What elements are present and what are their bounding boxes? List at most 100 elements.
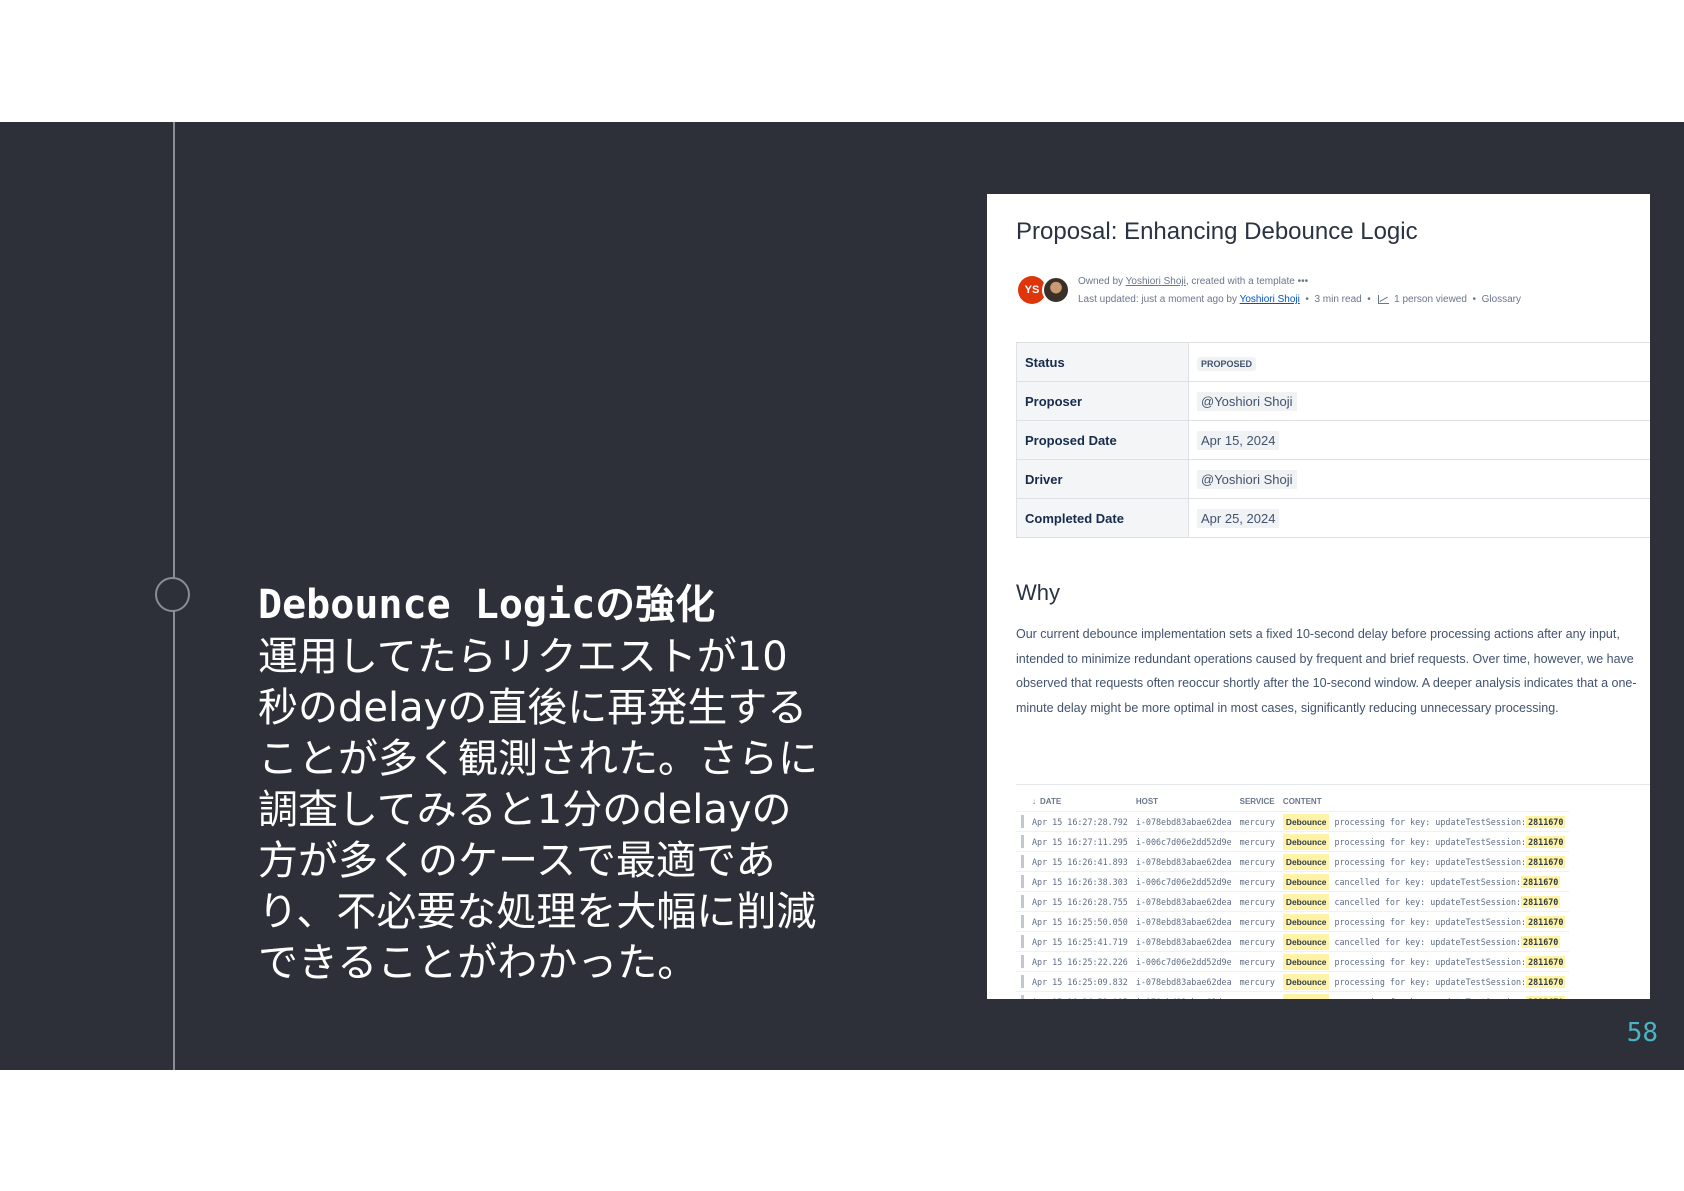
log-key: 2811670 [1521,875,1561,888]
log-level-bar [1016,931,1028,952]
log-service: mercury [1235,891,1279,912]
more-actions-icon[interactable]: ••• [1298,276,1309,287]
property-key: Completed Date [1016,498,1189,538]
table-row: Driver @Yoshiori Shoji [1016,459,1650,499]
log-tag: Debounce [1282,873,1330,890]
property-key: Proposed Date [1016,420,1189,460]
log-content: Debounce processing for key: updateTestS… [1278,971,1570,992]
log-level-bar [1016,991,1028,999]
log-level-bar [1016,851,1028,872]
log-service: mercury [1235,831,1279,852]
log-message: processing for key: updateTestSession: [1334,956,1527,967]
log-row[interactable]: Apr 15 16:26:28.755 i-078ebd83abae62dea me… [1016,891,1570,912]
slide-title: Debounce Logicの強化 [258,582,716,628]
log-key: 2811670 [1526,955,1566,968]
log-key: 2811670 [1526,835,1566,848]
log-content: Debounce cancelled for key: updateTestSe… [1278,871,1570,892]
log-message: cancelled for key: updateTestSession: [1334,876,1522,887]
date-lozenge[interactable]: Apr 15, 2024 [1197,430,1280,450]
log-tag: Debounce [1282,933,1330,950]
log-host: i-078ebd83abae62dea [1131,971,1236,992]
log-viewer: ↓ DATE HOST SERVICE CONTENT Apr 15 16:27:… [1016,784,1650,999]
page-number: 58 [1626,1018,1658,1048]
log-row[interactable]: Apr 15 16:25:41.719 i-078ebd83abae62dea me… [1016,931,1570,952]
updated-by-link[interactable]: Yoshiori Shoji [1240,294,1300,305]
log-host: i-078ebd83abae62dea [1131,891,1236,912]
log-service: mercury [1235,911,1279,932]
property-key: Status [1016,342,1189,382]
log-tag: Debounce [1282,853,1330,870]
owner-link[interactable]: Yoshiori Shoji [1126,276,1186,287]
column-header-content[interactable]: CONTENT [1279,791,1569,812]
log-level-bar [1016,811,1028,832]
log-content: Debounce cancelled for key: updateTestSe… [1278,931,1570,952]
column-header-service[interactable]: SERVICE [1236,791,1279,812]
log-date: Apr 15 16:24:52.015 [1028,991,1132,999]
log-row[interactable]: Apr 15 16:25:22.226 i-006c7d06e2dd52d9e me… [1016,951,1570,972]
log-content: Debounce processing for key: updateTestS… [1278,811,1570,832]
views-count[interactable]: 1 person viewed [1394,294,1467,305]
divider [1016,784,1650,785]
log-content: Debounce processing for key: updateTestS… [1278,951,1570,972]
log-row[interactable]: Apr 15 16:27:28.792 i-078ebd83abae62dea me… [1016,811,1570,832]
log-content: Debounce processing for key: updateTestS… [1278,851,1570,872]
read-time: 3 min read [1314,294,1362,305]
log-date: Apr 15 16:26:38.303 [1028,871,1132,892]
log-message: processing for key: updateTestSession: [1334,976,1527,987]
log-row[interactable]: Apr 15 16:25:09.832 i-078ebd83abae62dea me… [1016,971,1570,992]
column-header-date[interactable]: ↓ DATE [1028,791,1132,812]
log-tag: Debounce [1282,893,1330,910]
log-level-bar [1016,951,1028,972]
log-row[interactable]: Apr 15 16:25:50.050 i-078ebd83abae62dea me… [1016,911,1570,932]
user-mention[interactable]: @Yoshiori Shoji [1197,469,1297,489]
property-key: Proposer [1016,381,1189,421]
property-value: PROPOSED [1188,342,1650,382]
log-service: mercury [1235,991,1279,999]
log-host: i-078ebd83abae62dea [1131,911,1236,932]
log-date: Apr 15 16:25:41.719 [1028,931,1132,952]
log-host: i-006c7d06e2dd52d9e [1131,871,1236,892]
log-tag: Debounce [1282,833,1330,850]
log-host: i-006c7d06e2dd52d9e [1131,951,1236,972]
slide-body: 運用してたらリクエストが10秒のdelayの直後に再発生することが多く観測された… [258,634,818,986]
log-service: mercury [1235,971,1279,992]
log-row[interactable]: Apr 15 16:27:11.295 i-006c7d06e2dd52d9e me… [1016,831,1570,852]
user-mention[interactable]: @Yoshiori Shoji [1197,391,1297,411]
updated-prefix: Last updated: just a moment ago by [1078,294,1240,305]
log-date: Apr 15 16:25:22.226 [1028,951,1132,972]
sort-descending-icon[interactable]: ↓ [1032,797,1036,806]
log-message: processing for key: updateTestSession: [1334,916,1527,927]
log-key: 2811670 [1526,815,1566,828]
property-value: @Yoshiori Shoji [1188,459,1650,499]
log-row[interactable]: Apr 15 16:24:52.015i-078ebd83abae62deame… [1016,991,1570,1000]
log-tag: Debounce [1282,973,1330,990]
column-header-host[interactable]: HOST [1132,791,1236,812]
avatar-photo[interactable] [1042,276,1070,304]
log-message: processing for key: updateTestSession: [1334,997,1526,1000]
analytics-icon [1378,294,1390,304]
log-service: mercury [1235,951,1279,972]
section-paragraph: Our current debounce implementation sets… [1016,627,1637,715]
log-tag: Debounce [1282,913,1330,930]
log-date: Apr 15 16:25:50.050 [1028,911,1132,932]
glossary-link[interactable]: Glossary [1482,294,1521,305]
property-key: Driver [1016,459,1189,499]
table-row: Completed Date Apr 25, 2024 [1016,498,1650,538]
log-level-bar [1016,831,1028,852]
table-row: Proposer @Yoshiori Shoji [1016,381,1650,421]
log-content: Debounce processing for key: updateTestS… [1278,911,1570,932]
log-message: processing for key: updateTestSession: [1334,856,1527,867]
log-service: mercury [1235,811,1279,832]
log-key: 2811670 [1521,935,1561,948]
log-level-bar [1016,871,1028,892]
log-row[interactable]: Apr 15 16:26:41.893 i-078ebd83abae62dea me… [1016,851,1570,872]
log-rows: Apr 15 16:27:28.792 i-078ebd83abae62dea me… [1016,811,1570,1000]
owned-suffix: , created with a template [1185,276,1295,287]
log-host: i-006c7d06e2dd52d9e [1131,831,1236,852]
date-lozenge[interactable]: Apr 25, 2024 [1197,508,1280,528]
log-key: 2811670 [1521,895,1561,908]
table-row: Status PROPOSED [1016,342,1650,382]
log-row[interactable]: Apr 15 16:26:38.303 i-006c7d06e2dd52d9e me… [1016,871,1570,892]
property-value: Apr 15, 2024 [1188,420,1650,460]
log-message: processing for key: updateTestSession: [1334,836,1527,847]
